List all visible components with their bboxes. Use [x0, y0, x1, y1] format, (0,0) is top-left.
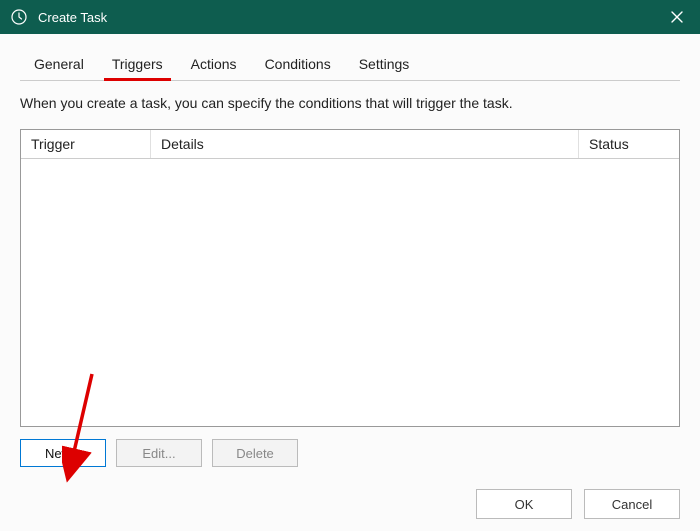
- triggers-list[interactable]: Trigger Details Status: [20, 129, 680, 427]
- close-button[interactable]: [654, 0, 700, 34]
- dialog-content: General Triggers Actions Conditions Sett…: [0, 34, 700, 531]
- tab-description: When you create a task, you can specify …: [20, 95, 680, 111]
- edit-button[interactable]: Edit...: [116, 439, 202, 467]
- list-header: Trigger Details Status: [21, 130, 679, 159]
- tab-triggers[interactable]: Triggers: [98, 50, 177, 80]
- column-header-trigger[interactable]: Trigger: [21, 130, 151, 158]
- tab-settings[interactable]: Settings: [345, 50, 424, 80]
- column-header-status[interactable]: Status: [579, 130, 679, 158]
- tab-general[interactable]: General: [20, 50, 98, 80]
- column-header-details[interactable]: Details: [151, 130, 579, 158]
- tab-conditions[interactable]: Conditions: [251, 50, 345, 80]
- dialog-footer: OK Cancel: [476, 489, 680, 519]
- delete-button[interactable]: Delete: [212, 439, 298, 467]
- window-title: Create Task: [38, 10, 654, 25]
- new-button[interactable]: New...: [20, 439, 106, 467]
- tab-strip: General Triggers Actions Conditions Sett…: [20, 50, 680, 81]
- ok-button[interactable]: OK: [476, 489, 572, 519]
- cancel-button[interactable]: Cancel: [584, 489, 680, 519]
- list-actions: New... Edit... Delete: [20, 439, 680, 467]
- titlebar: Create Task: [0, 0, 700, 34]
- tab-actions[interactable]: Actions: [177, 50, 251, 80]
- clock-icon: [10, 8, 28, 26]
